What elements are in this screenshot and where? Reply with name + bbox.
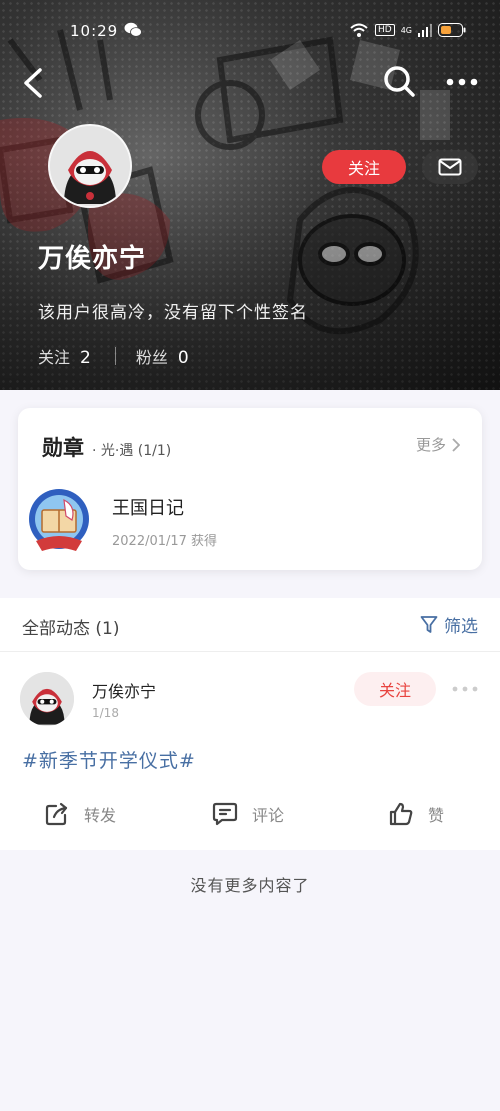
signal-icon [418,24,432,37]
chevron-right-icon [452,437,460,452]
following-stat[interactable]: 关注 2 [38,344,91,368]
post-topic-link[interactable]: #新季节开学仪式# [22,746,196,773]
like-label: 赞 [428,806,445,825]
share-label: 转发 [84,806,117,825]
feed-count-label: 全部动态 (1) [22,619,120,639]
wifi-icon [350,23,368,37]
thumbs-up-icon [389,802,413,826]
fans-count: 0 [177,348,189,368]
more-options-icon[interactable] [444,72,480,92]
fans-stat[interactable]: 粉丝 0 [136,344,189,368]
badge-more-link[interactable]: 更多 [416,434,460,455]
post-more-icon[interactable] [450,682,480,696]
share-icon [45,802,68,826]
avatar-illustration [50,126,130,206]
battery-icon [438,23,466,37]
stats-divider [114,347,116,365]
comment-action[interactable]: 评论 [212,794,284,834]
post-author-avatar[interactable] [20,672,74,726]
badge-section-title: 勋章 [42,436,84,460]
filter-funnel-icon [420,615,438,633]
network-label: 4G [400,25,412,35]
comment-label: 评论 [252,806,285,825]
fans-label: 粉丝 [135,348,168,367]
comment-icon [212,802,238,826]
status-indicators: HD 4G [349,22,466,38]
status-bar: 10:29 HD 4G [0,0,500,62]
profile-username: 万俟亦宁 [38,244,147,274]
wechat-notification-icon [124,22,142,37]
profile-stats: 关注 2 粉丝 0 [38,344,189,368]
profile-avatar[interactable] [48,124,132,208]
following-count: 2 [80,348,91,368]
profile-signature: 该用户很高冷，没有留下个性签名 [38,303,308,323]
profile-header: 10:29 HD 4G 关注 万俟亦宁 该用户很高冷，没有留下个性签名 关注 2… [0,0,500,390]
kingdom-diary-badge-icon[interactable] [24,486,94,556]
badge-more-label: 更多 [415,436,446,454]
status-time: 10:29 [70,22,119,40]
badge-name: 王国日记 [112,498,184,519]
back-arrow-icon[interactable] [18,64,52,102]
share-action[interactable]: 转发 [44,794,116,834]
post-author-name[interactable]: 万俟亦宁 [92,678,156,702]
filter-button[interactable]: 筛选 [420,612,478,637]
avatar-illustration [20,672,74,726]
following-label: 关注 [38,348,71,367]
no-more-content-label: 没有更多内容了 [190,876,310,895]
feed-header: 全部动态 (1) 筛选 [0,598,500,652]
search-icon[interactable] [382,64,418,100]
mail-icon [438,158,462,176]
post-follow-button[interactable]: 关注 [354,672,436,706]
badge-card: 勋章 · 光·遇 (1/1) 更多 王国日记 2022/01/17 获得 [18,408,482,570]
hd-badge: HD [375,24,395,36]
post-date: 1/18 [92,706,119,720]
feed-section: 全部动态 (1) 筛选 万俟亦宁 1/18 关注 #新季节开学仪式# 转发 评论… [0,598,500,850]
badge-date: 2022/01/17 获得 [112,534,218,549]
like-action[interactable]: 赞 [388,794,444,834]
follow-button[interactable]: 关注 [322,150,406,184]
post-actions: 转发 评论 赞 [0,794,500,842]
filter-label: 筛选 [444,617,478,637]
badge-section-subtitle: · 光·遇 (1/1) [92,443,172,459]
message-button[interactable] [422,150,478,184]
